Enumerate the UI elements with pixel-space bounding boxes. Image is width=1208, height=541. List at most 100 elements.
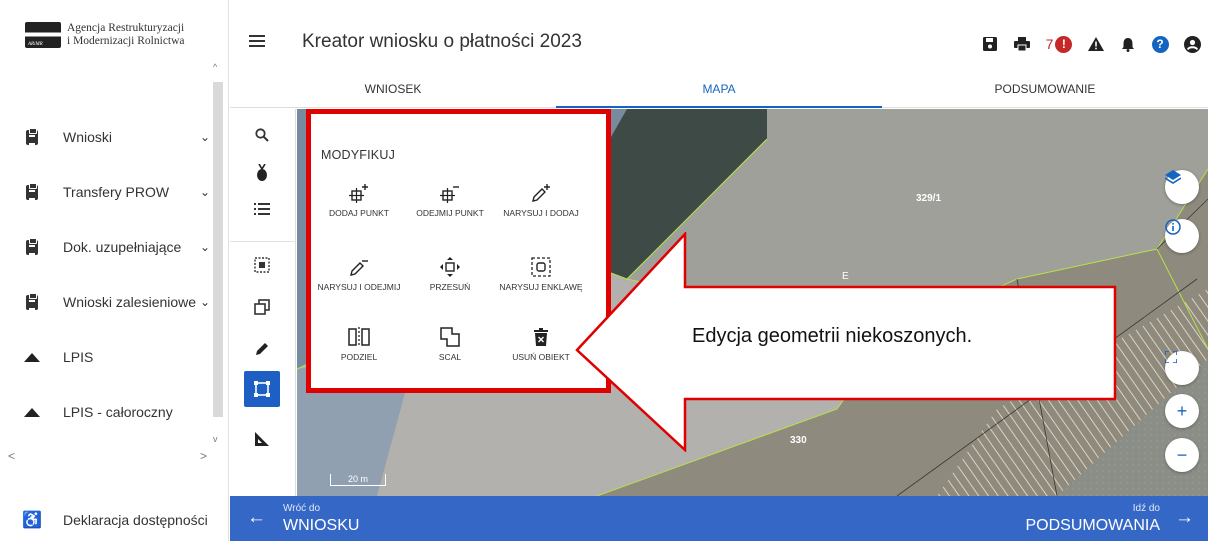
accessibility-icon: ♿	[22, 512, 42, 529]
sidebar-scrollbar[interactable]: ^ v	[211, 62, 225, 450]
add-point-icon	[316, 180, 402, 206]
scroll-left-icon[interactable]: <	[8, 449, 15, 463]
agency-logo[interactable]: Agencja Restrukturyzacji i Modernizacji …	[25, 22, 185, 48]
button-label: SCAL	[438, 352, 462, 362]
draw-and-add-button[interactable]: NARYSUJ I DODAJ	[498, 180, 584, 218]
tool-divider	[230, 241, 296, 242]
logo-text: Agencja Restrukturyzacji i Modernizacji …	[67, 22, 185, 48]
move-button[interactable]: PRZESUŃ	[407, 254, 493, 292]
layers-icon	[1165, 170, 1181, 184]
clipboard-icon	[25, 127, 39, 145]
sidebar-item-dok-uzupelniajace[interactable]: Dok. uzupełniające ⌄	[25, 235, 210, 259]
copy-icon[interactable]	[244, 289, 280, 325]
split-icon	[316, 324, 402, 350]
button-label: PRZESUŃ	[429, 282, 471, 292]
sidebar-item-label: Deklaracja dostępności	[63, 512, 208, 528]
draw-add-icon	[498, 180, 584, 206]
print-icon[interactable]	[1006, 32, 1038, 56]
list-icon[interactable]	[244, 191, 280, 227]
app-root: Agencja Restrukturyzacji i Modernizacji …	[0, 0, 1208, 541]
user-account-icon[interactable]	[1176, 32, 1208, 56]
layers-button[interactable]	[1165, 170, 1199, 204]
fullscreen-icon	[1165, 351, 1177, 363]
button-label: NARYSUJ ENKLAWĘ	[499, 282, 583, 292]
sidebar-item-lpis[interactable]: LPIS	[24, 345, 210, 369]
main-tabs: WNIOSEK MAPA PODSUMOWANIE	[230, 76, 1208, 108]
sidebar-item-label: LPIS - całoroczny	[63, 404, 173, 420]
sidebar-item-wnioski-zalesieniowe[interactable]: Wnioski zalesieniowe ⌄	[25, 290, 210, 314]
parcel-label: 329/1	[916, 193, 942, 204]
sidebar-item-label: Dok. uzupełniające	[63, 239, 182, 255]
pencil-icon[interactable]	[244, 331, 280, 367]
button-label: NARYSUJ I ODEJMIJ	[317, 282, 401, 292]
app-header: Kreator wniosku o płatności 2023 7 ! ?	[230, 20, 1208, 70]
chevron-down-icon: ⌄	[199, 130, 210, 144]
arimr-logo-icon	[25, 22, 61, 48]
draw-subtract-icon	[316, 254, 402, 280]
merge-button[interactable]: SCAL	[407, 324, 493, 362]
fullscreen-button[interactable]	[1165, 351, 1199, 385]
plus-icon: +	[1176, 400, 1188, 421]
button-label: PODZIEL	[340, 352, 378, 362]
zoom-out-button[interactable]: −	[1165, 438, 1199, 472]
scroll-down-icon[interactable]: v	[213, 434, 218, 444]
bell-icon[interactable]	[1112, 32, 1144, 56]
warning-icon[interactable]	[1080, 32, 1112, 56]
footer-navigation: ← Wróć do WNIOSKU Idź do PODSUMOWANIA →	[230, 496, 1208, 541]
zoom-in-button[interactable]: +	[1165, 394, 1199, 428]
delete-object-button[interactable]: USUŃ OBIEKT	[498, 324, 584, 362]
minus-icon: −	[1176, 444, 1188, 465]
modify-geometry-icon[interactable]	[244, 371, 280, 407]
next-label: PODSUMOWANIA	[1025, 517, 1160, 534]
logo-line-1: Agencja Restrukturyzacji	[67, 22, 185, 34]
plant-icon[interactable]	[244, 155, 280, 191]
clipboard-icon	[25, 292, 39, 310]
tab-podsumowanie[interactable]: PODSUMOWANIE	[882, 76, 1208, 107]
scroll-right-icon[interactable]: >	[200, 449, 207, 463]
callout-text: Edycja geometrii niekoszonych.	[692, 325, 973, 347]
sidebar: Agencja Restrukturyzacji i Modernizacji …	[0, 0, 229, 541]
sidebar-item-transfery-prow[interactable]: Transfery PROW ⌄	[25, 180, 210, 204]
remove-point-button[interactable]: ODEJMIJ PUNKT	[407, 180, 493, 218]
mountain-icon	[24, 404, 40, 420]
button-label: USUŃ OBIEKT	[512, 352, 570, 362]
draw-and-subtract-button[interactable]: NARYSUJ I ODEJMIJ	[316, 254, 402, 292]
alert-count: 7	[1045, 36, 1054, 52]
arrow-right-icon: →	[1175, 507, 1194, 528]
modify-panel: MODYFIKUJ DODAJ PUNKT ODEJMIJ PUNKT NARY…	[306, 109, 611, 393]
clipboard-icon	[25, 237, 39, 255]
sidebar-item-label: Wnioski zalesieniowe	[63, 294, 197, 310]
menu-icon[interactable]	[249, 35, 265, 47]
arrow-left-icon: ←	[247, 507, 266, 528]
split-button[interactable]: PODZIEL	[316, 324, 402, 362]
button-label: ODEJMIJ PUNKT	[416, 208, 484, 218]
map-tools	[230, 109, 296, 496]
info-button[interactable]	[1165, 219, 1199, 253]
sidebar-item-lpis-caloroczny[interactable]: LPIS - całoroczny	[24, 400, 210, 424]
sidebar-horizontal-scrollbar[interactable]: < >	[0, 449, 229, 463]
sidebar-item-label: Wnioski	[63, 129, 113, 145]
alerts-counter[interactable]: 7 !	[1038, 32, 1080, 56]
sidebar-item-label: LPIS	[63, 349, 94, 365]
exclamation-icon: !	[1055, 35, 1073, 53]
chevron-down-icon: ⌄	[199, 240, 210, 254]
sidebar-item-deklaracja[interactable]: ♿ Deklaracja dostępności	[22, 512, 208, 529]
trash-icon	[498, 324, 584, 350]
draw-enclave-button[interactable]: NARYSUJ ENKLAWĘ	[498, 254, 584, 292]
scroll-up-icon[interactable]: ^	[213, 62, 217, 72]
page-title: Kreator wniosku o płatności 2023	[302, 31, 582, 52]
tab-wniosek[interactable]: WNIOSEK	[230, 76, 556, 107]
button-label: DODAJ PUNKT	[329, 208, 389, 218]
sidebar-item-wnioski[interactable]: Wnioski ⌄	[25, 125, 210, 149]
chevron-down-icon: ⌄	[199, 295, 210, 309]
next-caption: Idź do	[1132, 503, 1160, 514]
save-icon[interactable]	[974, 32, 1006, 56]
select-area-icon[interactable]	[244, 247, 280, 283]
add-point-button[interactable]: DODAJ PUNKT	[316, 180, 402, 218]
info-icon	[1165, 219, 1181, 235]
tab-mapa[interactable]: MAPA	[556, 76, 882, 108]
help-icon[interactable]: ?	[1144, 32, 1176, 56]
measure-icon[interactable]	[244, 421, 280, 457]
scrollbar-thumb[interactable]	[213, 82, 223, 417]
search-icon[interactable]	[244, 117, 280, 153]
